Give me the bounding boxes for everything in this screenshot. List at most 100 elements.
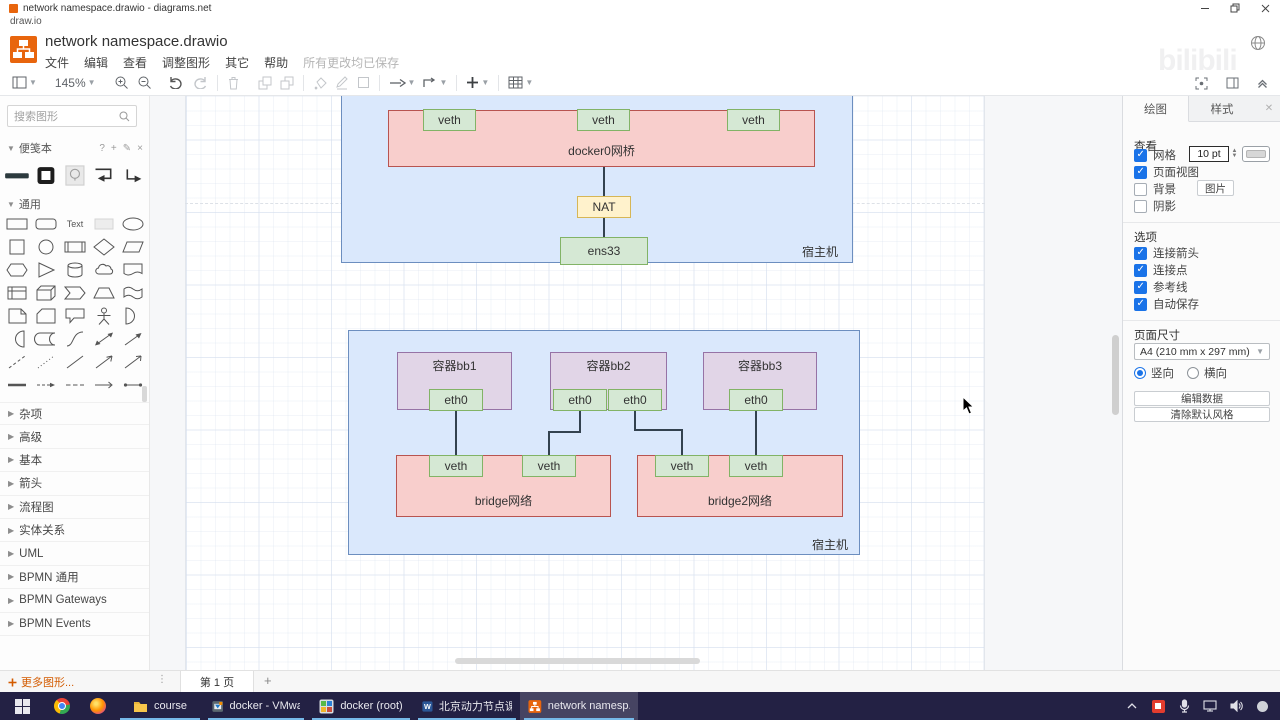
checkbox-checked[interactable]: [1134, 263, 1147, 277]
stroke-color-button[interactable]: [331, 72, 353, 94]
bidirectional-arrow-shape[interactable]: [90, 327, 118, 350]
taskbar-item-drawio[interactable]: network namesp...: [520, 692, 638, 720]
page-tab[interactable]: 第 1 页: [180, 671, 254, 693]
cube-shape[interactable]: [32, 281, 60, 304]
corner-arrow-left-shape[interactable]: [91, 164, 118, 187]
diamond-shape[interactable]: [90, 235, 118, 258]
veth-box[interactable]: veth: [429, 455, 483, 477]
nat-box[interactable]: NAT: [577, 196, 631, 218]
document-shape[interactable]: [119, 258, 147, 281]
collapse-toolbar-button[interactable]: [1253, 72, 1272, 94]
line-shape[interactable]: [61, 350, 89, 373]
restore-button[interactable]: [1220, 0, 1250, 16]
insert-button[interactable]: ▼: [462, 72, 493, 94]
menu-arrange[interactable]: 调整图形: [162, 54, 210, 71]
checkbox-unchecked[interactable]: [1134, 199, 1147, 213]
page-view-toggle-button[interactable]: ▼: [8, 72, 41, 94]
add-icon[interactable]: +: [111, 143, 117, 154]
veth-box[interactable]: veth: [729, 455, 783, 477]
dashed-link-arrow-shape[interactable]: [32, 373, 60, 396]
fill-color-button[interactable]: [309, 72, 331, 94]
waypoint-style-button[interactable]: ▼: [419, 72, 451, 94]
edit-data-button[interactable]: 编辑数据: [1134, 391, 1270, 406]
recorder-app-icon[interactable]: [1150, 698, 1166, 714]
edit-icon[interactable]: ✎: [123, 143, 131, 154]
tray-circle-icon[interactable]: [1254, 698, 1270, 714]
search-input[interactable]: 搜索图形: [7, 105, 137, 127]
grid-color-button[interactable]: [1242, 146, 1270, 162]
ellipse-shape[interactable]: [119, 212, 147, 235]
veth-box[interactable]: veth: [577, 109, 630, 131]
checkbox-unchecked[interactable]: [1134, 182, 1147, 196]
or-shape[interactable]: [119, 304, 147, 327]
thin-link-arrow-shape[interactable]: [90, 373, 118, 396]
menu-extras[interactable]: 其它: [225, 54, 249, 71]
eth0-box[interactable]: eth0: [729, 389, 783, 411]
undo-button[interactable]: [164, 72, 188, 94]
connection-arrows-row[interactable]: 连接箭头: [1134, 245, 1199, 261]
close-button[interactable]: [1250, 0, 1280, 16]
taskbar-item-vmware[interactable]: docker - VMware...: [204, 692, 308, 720]
language-globe-icon[interactable]: [1250, 35, 1266, 51]
image-placeholder-shape[interactable]: [62, 164, 89, 187]
menu-view[interactable]: 查看: [123, 54, 147, 71]
sidebar-section-4[interactable]: ▶ 流程图: [0, 496, 149, 519]
checkbox-checked[interactable]: [1134, 297, 1147, 311]
ens33-box[interactable]: ens33: [560, 237, 648, 265]
scratchpad-header[interactable]: ▼ 便笺本 ? + ✎ ×: [7, 140, 143, 156]
firefox-icon[interactable]: [80, 692, 116, 720]
dashed-link-shape[interactable]: [61, 373, 89, 396]
triangle-shape[interactable]: [32, 258, 60, 281]
veth-box[interactable]: veth: [655, 455, 709, 477]
checkbox-checked[interactable]: [1134, 246, 1147, 260]
grid-size-spinner[interactable]: ▲ ▼: [1230, 146, 1239, 162]
step-shape[interactable]: [61, 281, 89, 304]
dark-square-shape[interactable]: [33, 164, 60, 187]
sidebar-section-9[interactable]: ▶ BPMN Events: [0, 613, 149, 636]
tab-diagram[interactable]: 绘图: [1123, 96, 1189, 122]
tape-shape[interactable]: [119, 281, 147, 304]
edge[interactable]: [548, 431, 550, 455]
process-shape[interactable]: [61, 235, 89, 258]
more-shapes-button[interactable]: 更多图形...: [8, 674, 74, 690]
edge[interactable]: [603, 218, 605, 237]
and-shape[interactable]: [3, 327, 31, 350]
shadow-button[interactable]: [353, 72, 374, 94]
rectangle-shape[interactable]: [3, 212, 31, 235]
menu-file[interactable]: 文件: [45, 54, 69, 71]
text-shape[interactable]: Text: [61, 212, 89, 235]
callout-shape[interactable]: [61, 304, 89, 327]
page-size-select[interactable]: A4 (210 mm x 297 mm) ▼: [1134, 343, 1270, 360]
veth-box[interactable]: veth: [423, 109, 476, 131]
fullscreen-button[interactable]: [1191, 72, 1212, 94]
curve-shape[interactable]: [61, 327, 89, 350]
eth0-box[interactable]: eth0: [429, 389, 483, 411]
arrow-thin-shape[interactable]: [90, 350, 118, 373]
sidebar-section-8[interactable]: ▶ BPMN Gateways: [0, 589, 149, 613]
horizontal-bar-shape[interactable]: [4, 164, 31, 187]
data-storage-shape[interactable]: [32, 327, 60, 350]
edge[interactable]: [455, 411, 457, 455]
square-shape[interactable]: [3, 235, 31, 258]
canvas[interactable]: 宿主机 docker0网桥 veth veth veth NAT ens33 宿…: [150, 96, 1122, 670]
cloud-shape[interactable]: [90, 258, 118, 281]
taskbar-item-explorer[interactable]: course: [116, 692, 204, 720]
grid-checkbox-row[interactable]: 网格: [1134, 147, 1176, 163]
internal-storage-shape[interactable]: [3, 281, 31, 304]
sidebar-section-3[interactable]: ▶ 箭头: [0, 472, 149, 496]
edge[interactable]: [634, 429, 683, 431]
arrow-shape[interactable]: [119, 327, 147, 350]
sidebar-section-0[interactable]: ▶ 杂项: [0, 402, 149, 426]
veth-box[interactable]: veth: [522, 455, 576, 477]
textbox-shape[interactable]: [90, 212, 118, 235]
add-page-button[interactable]: +: [264, 673, 272, 688]
edge[interactable]: [603, 167, 605, 196]
to-front-button[interactable]: [254, 72, 276, 94]
menu-edit[interactable]: 编辑: [84, 54, 108, 71]
eth0-box[interactable]: eth0: [608, 389, 662, 411]
image-button[interactable]: 图片: [1197, 180, 1234, 196]
to-back-button[interactable]: [276, 72, 298, 94]
display-icon[interactable]: [1202, 698, 1218, 714]
table-button[interactable]: ▼: [504, 72, 537, 94]
corner-arrow-right-shape[interactable]: [120, 164, 147, 187]
